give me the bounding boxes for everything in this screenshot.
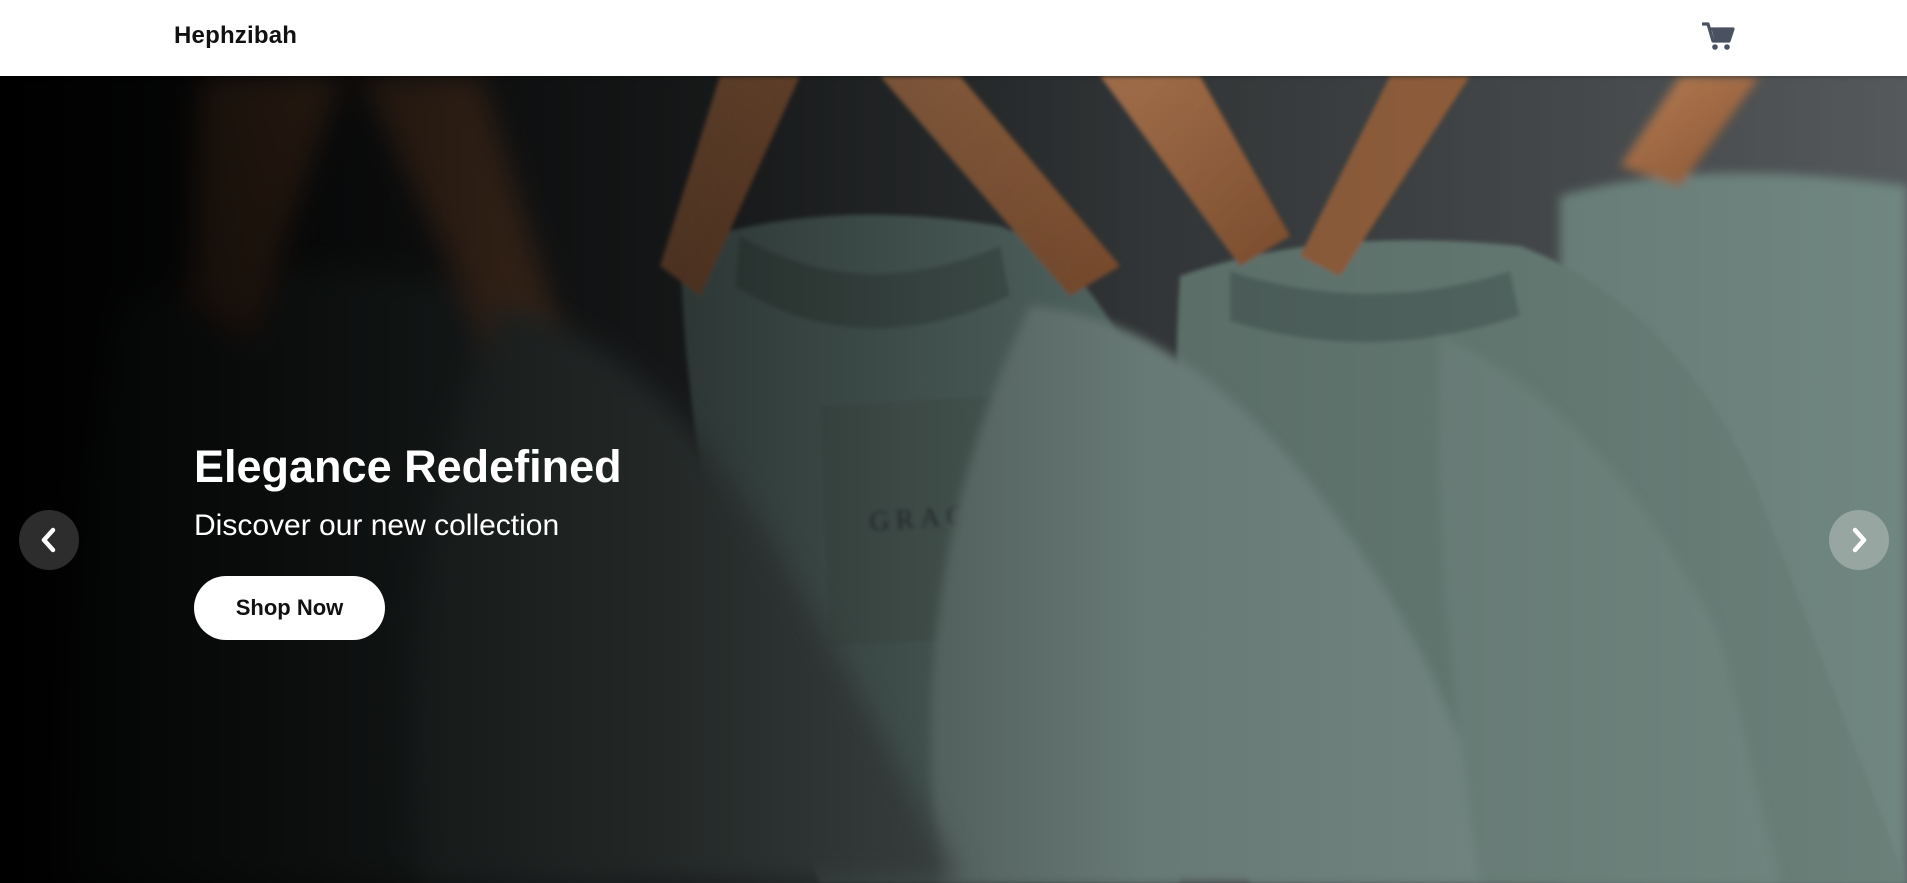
brand-logo-link[interactable]: Hephzibah <box>174 22 297 50</box>
carousel-prev-button[interactable] <box>19 510 79 570</box>
shopping-cart-icon <box>1701 22 1735 50</box>
chevron-right-icon <box>1852 527 1867 553</box>
carousel-next-button[interactable] <box>1829 510 1889 570</box>
hero-title: Elegance Redefined <box>194 441 622 492</box>
hero-subtitle: Discover our new collection <box>194 509 560 542</box>
cart-button[interactable] <box>1701 21 1736 51</box>
hero-carousel: GRACE Elegance Redefi <box>0 76 1907 883</box>
top-navbar: Hephzibah <box>0 0 1907 76</box>
chevron-left-icon <box>41 527 56 553</box>
shop-now-button[interactable]: Shop Now <box>194 576 385 640</box>
hero-caption: Elegance Redefined Discover our new coll… <box>194 440 622 640</box>
